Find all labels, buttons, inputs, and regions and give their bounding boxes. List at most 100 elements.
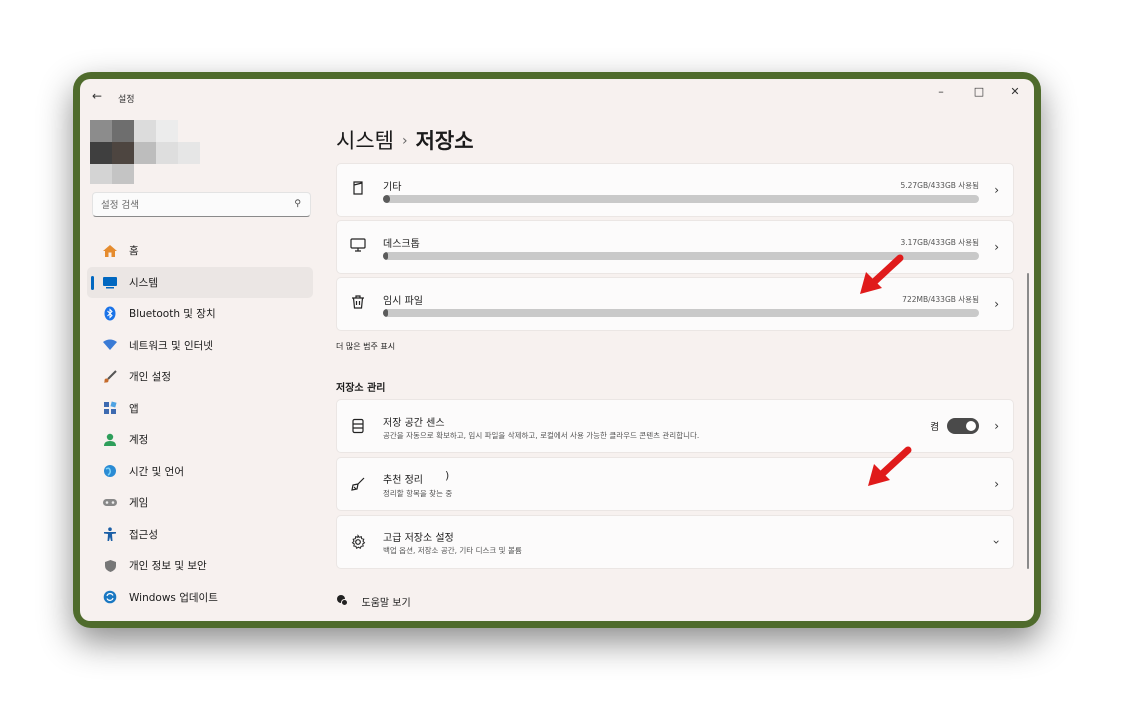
storage-item-other[interactable]: 기타 5.27GB/433GB 사용됨 › bbox=[336, 163, 1014, 217]
sidebar-item-label: 홈 bbox=[129, 245, 139, 258]
selection-indicator bbox=[91, 275, 94, 290]
account-icon bbox=[101, 432, 119, 448]
settings-window: ← 설정 – □ ✕ ⚲ 홈 시 bbox=[80, 79, 1034, 621]
usage-bar-fill bbox=[383, 195, 391, 203]
sidebar-item-time-language[interactable]: 시간 및 언어 bbox=[87, 456, 313, 488]
sidebar-item-windows-update[interactable]: Windows 업데이트 bbox=[87, 582, 313, 614]
sidebar-item-bluetooth[interactable]: Bluetooth 및 장치 bbox=[87, 298, 313, 330]
sidebar-item-label: 개인 설정 bbox=[129, 371, 171, 384]
close-icon[interactable]: ✕ bbox=[1000, 85, 1030, 98]
sidebar-item-label: 계정 bbox=[129, 434, 149, 447]
breadcrumb-separator: › bbox=[401, 133, 408, 149]
chevron-right-icon: › bbox=[994, 419, 999, 433]
chevron-right-icon: › bbox=[994, 240, 999, 254]
toggle-state-label: 켬 bbox=[930, 422, 939, 433]
chevron-right-icon: › bbox=[994, 183, 999, 197]
storage-item-temp-files[interactable]: 임시 파일 722MB/433GB 사용됨 › bbox=[336, 277, 1014, 331]
storage-sense-label: 저장 공간 센스 bbox=[383, 418, 445, 429]
storage-sense-icon bbox=[350, 418, 366, 438]
cleanup-desc: 정리할 항목을 찾는 중 bbox=[383, 489, 453, 498]
usage-bar bbox=[383, 195, 979, 203]
accessibility-icon bbox=[101, 526, 119, 542]
sidebar-item-label: Bluetooth 및 장치 bbox=[129, 308, 216, 321]
monitor-icon bbox=[350, 237, 366, 257]
sidebar-item-label: 게임 bbox=[129, 497, 149, 510]
storage-item-value: 722MB/433GB 사용됨 bbox=[902, 295, 979, 304]
minimize-icon[interactable]: – bbox=[926, 85, 956, 98]
sidebar-item-home[interactable]: 홈 bbox=[87, 235, 313, 267]
sidebar-item-privacy[interactable]: 개인 정보 및 보안 bbox=[87, 550, 313, 582]
sidebar-item-apps[interactable]: 앱 bbox=[87, 393, 313, 425]
sidebar-item-label: Windows 업데이트 bbox=[129, 591, 218, 604]
broom-icon bbox=[350, 476, 366, 496]
shield-icon bbox=[101, 558, 119, 574]
sidebar-item-system[interactable]: 시스템 bbox=[87, 266, 313, 298]
update-icon bbox=[101, 589, 119, 605]
sidebar-item-personalization[interactable]: 개인 설정 bbox=[87, 361, 313, 393]
more-categories-link[interactable]: 더 많은 범주 표시 bbox=[336, 341, 395, 352]
sidebar-item-network[interactable]: 네트워크 및 인터넷 bbox=[87, 330, 313, 362]
storage-item-value: 5.27GB/433GB 사용됨 bbox=[900, 181, 979, 190]
maximize-icon[interactable]: □ bbox=[964, 85, 994, 98]
storage-item-label: 기타 bbox=[383, 182, 402, 193]
storage-item-label: 임시 파일 bbox=[383, 296, 423, 307]
section-title: 저장소 관리 bbox=[336, 383, 386, 394]
back-arrow-icon[interactable]: ← bbox=[92, 89, 102, 103]
toggle-knob bbox=[966, 421, 976, 431]
gear-icon bbox=[350, 534, 366, 554]
sidebar-nav: 홈 시스템 Bluetooth 및 장치 네트워크 및 인터넷 개인 설정 앱 … bbox=[87, 235, 313, 613]
gamepad-icon bbox=[101, 495, 119, 511]
chevron-right-icon: › bbox=[994, 297, 999, 311]
sidebar-item-label: 접근성 bbox=[129, 528, 158, 541]
sidebar-item-label: 네트워크 및 인터넷 bbox=[129, 339, 213, 352]
chevron-right-icon: › bbox=[994, 477, 999, 491]
apps-icon bbox=[101, 400, 119, 416]
wifi-icon bbox=[101, 337, 119, 353]
title-bar: ← 설정 – □ ✕ bbox=[80, 79, 1034, 111]
loading-spinner-icon: ) bbox=[445, 469, 450, 482]
sidebar-item-gaming[interactable]: 게임 bbox=[87, 487, 313, 519]
storage-sense-toggle[interactable] bbox=[947, 418, 979, 434]
advanced-storage-settings-card[interactable]: 고급 저장소 설정 백업 옵션, 저장소 공간, 기타 디스크 및 볼륨 › bbox=[336, 515, 1014, 569]
usage-bar-fill bbox=[383, 309, 388, 317]
cleanup-label: 추천 정리 bbox=[383, 475, 423, 486]
page-title: 시스템 › 저장소 bbox=[336, 125, 474, 155]
annotation-arrow-icon bbox=[868, 446, 912, 486]
usage-bar-fill bbox=[383, 252, 388, 260]
sidebar-item-label: 개인 정보 및 보안 bbox=[129, 560, 207, 573]
chevron-down-icon: › bbox=[989, 539, 1004, 545]
sidebar-item-accessibility[interactable]: 접근성 bbox=[87, 519, 313, 551]
storage-item-label: 데스크톱 bbox=[383, 239, 420, 250]
help-label: 도움말 보기 bbox=[361, 598, 411, 609]
help-link[interactable]: 도움말 보기 bbox=[336, 594, 411, 609]
usage-bar bbox=[383, 309, 979, 317]
breadcrumb-current: 저장소 bbox=[415, 129, 474, 153]
scrollbar[interactable] bbox=[1027, 273, 1029, 569]
advanced-desc: 백업 옵션, 저장소 공간, 기타 디스크 및 볼륨 bbox=[383, 546, 522, 555]
help-icon bbox=[336, 595, 352, 609]
cleanup-recommendations-card[interactable]: 추천 정리 ) 정리할 항목을 찾는 중 › bbox=[336, 457, 1014, 511]
bluetooth-icon bbox=[101, 306, 119, 322]
avatar bbox=[90, 120, 200, 184]
annotation-arrow-icon bbox=[860, 254, 904, 294]
sidebar-item-accounts[interactable]: 계정 bbox=[87, 424, 313, 456]
file-icon bbox=[350, 180, 366, 200]
brush-icon bbox=[101, 369, 119, 385]
home-icon bbox=[101, 243, 119, 259]
window-title: 설정 bbox=[118, 95, 135, 105]
search-box[interactable]: ⚲ bbox=[92, 192, 311, 217]
globe-icon bbox=[101, 463, 119, 479]
sidebar-item-label: 시스템 bbox=[129, 276, 158, 289]
search-icon: ⚲ bbox=[294, 199, 301, 209]
storage-sense-desc: 공간을 자동으로 확보하고, 임시 파일을 삭제하고, 로컬에서 사용 가능한 … bbox=[383, 431, 700, 440]
search-input[interactable] bbox=[93, 194, 283, 217]
sidebar-item-label: 시간 및 언어 bbox=[129, 465, 184, 478]
trash-icon bbox=[350, 294, 366, 314]
storage-sense-card[interactable]: 저장 공간 센스 공간을 자동으로 확보하고, 임시 파일을 삭제하고, 로컬에… bbox=[336, 399, 1014, 453]
storage-item-desktop[interactable]: 데스크톱 3.17GB/433GB 사용됨 › bbox=[336, 220, 1014, 274]
system-icon bbox=[101, 274, 119, 290]
breadcrumb-parent[interactable]: 시스템 bbox=[336, 129, 394, 153]
sidebar-item-label: 앱 bbox=[129, 402, 139, 415]
advanced-label: 고급 저장소 설정 bbox=[383, 533, 454, 544]
storage-item-value: 3.17GB/433GB 사용됨 bbox=[900, 238, 979, 247]
